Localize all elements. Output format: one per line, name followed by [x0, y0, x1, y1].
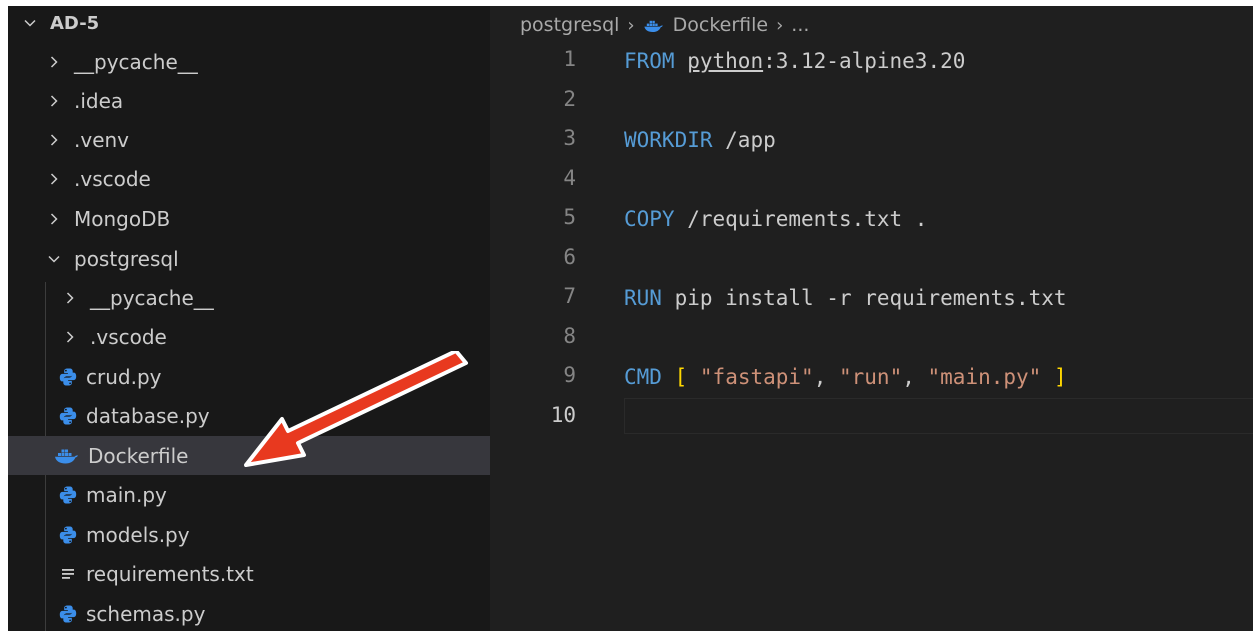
line-number: 8 [563, 324, 576, 348]
chevron-down-icon [48, 253, 60, 265]
chevron-right-icon [48, 55, 60, 68]
chevron-right-icon [64, 291, 76, 304]
python-file-icon [58, 525, 78, 545]
line-number: 6 [563, 245, 576, 269]
line-number: 9 [563, 363, 576, 387]
explorer-root[interactable]: AD-5 [8, 6, 506, 40]
current-line-highlight[interactable] [624, 398, 1253, 434]
tree-folder-pycache-nested[interactable]: __pycache__ [8, 278, 546, 317]
tree-item-label: __pycache__ [90, 285, 214, 310]
chevron-right-icon [48, 172, 60, 185]
chevron-right-icon [48, 94, 60, 107]
explorer-root-label: AD-5 [50, 12, 100, 34]
bracket-close: ] [1053, 365, 1067, 389]
tree-item-label: database.py [86, 403, 210, 428]
chevron-right-icon [48, 133, 60, 146]
line-number: 4 [563, 166, 576, 190]
bracket-open: [ [674, 365, 688, 389]
explorer-sidebar: AD-5 __pycache__ .idea .venv .vscode Mon… [8, 6, 536, 631]
breadcrumb: postgresql › Dockerfile › ... [520, 12, 809, 38]
comma: , [902, 365, 928, 389]
breadcrumb-separator-icon: › [776, 14, 784, 36]
tree-file-models[interactable]: models.py [8, 515, 540, 554]
tree-folder-postgresql[interactable]: postgresql [8, 239, 530, 278]
breadcrumb-more[interactable]: ... [791, 14, 809, 36]
keyword: RUN [624, 286, 662, 310]
tree-item-label: Dockerfile [88, 443, 189, 468]
python-file-icon [58, 367, 78, 387]
python-file-icon [58, 604, 78, 624]
tree-item-label: .idea [74, 88, 124, 113]
comma: , [813, 365, 839, 389]
string-literal: "main.py" [927, 365, 1042, 389]
tree-item-label: requirements.txt [86, 561, 254, 586]
chevron-down-icon [24, 17, 36, 29]
keyword: WORKDIR [624, 128, 713, 152]
keyword: COPY [624, 207, 675, 231]
docker-icon [54, 446, 80, 466]
tree-item-label: main.py [86, 482, 167, 507]
string-literal: "fastapi" [699, 365, 814, 389]
code-line-9[interactable]: CMD [ "fastapi", "run", "main.py" ] [624, 358, 1067, 396]
chevron-right-icon [64, 330, 76, 343]
line-number-active: 10 [550, 403, 576, 427]
tree-item-label: postgresql [74, 246, 179, 271]
line-number: 5 [563, 205, 576, 229]
code-line-1[interactable]: FROM python:3.12-alpine3.20 [624, 42, 965, 80]
keyword: FROM [624, 49, 675, 73]
editor-pane: postgresql › Dockerfile › ... 1 2 3 4 5 … [490, 6, 1253, 631]
tree-folder-venv[interactable]: .venv [8, 120, 530, 159]
vscode-window: AD-5 __pycache__ .idea .venv .vscode Mon… [8, 6, 1253, 631]
breadcrumb-folder[interactable]: postgresql [520, 14, 619, 36]
tree-item-label: __pycache__ [74, 49, 198, 74]
annotation-arrow-icon [244, 351, 468, 467]
code-line-7[interactable]: RUN pip install -r requirements.txt [624, 279, 1067, 317]
line-number: 7 [563, 284, 576, 308]
tree-folder-pycache[interactable]: __pycache__ [8, 42, 530, 81]
tree-item-label: models.py [86, 522, 190, 547]
tree-item-label: crud.py [86, 364, 162, 389]
tree-folder-mongodb[interactable]: MongoDB [8, 199, 530, 238]
tree-folder-vscode[interactable]: .vscode [8, 159, 530, 198]
text-file-icon [58, 564, 78, 584]
breadcrumb-separator-icon: › [627, 14, 635, 36]
tree-item-label: schemas.py [86, 601, 206, 626]
keyword: CMD [624, 365, 662, 389]
chevron-right-icon [48, 212, 60, 225]
image-tag: :3.12-alpine3.20 [763, 49, 966, 73]
code-arg: pip install -r requirements.txt [661, 286, 1067, 310]
code-arg: /app [712, 128, 776, 152]
image-name[interactable]: python [687, 49, 763, 73]
line-number: 3 [563, 126, 576, 150]
tree-item-label: .vscode [74, 166, 151, 191]
code-line-3[interactable]: WORKDIR /app [624, 121, 776, 159]
tree-file-requirements[interactable]: requirements.txt [8, 554, 540, 593]
breadcrumb-file[interactable]: Dockerfile [673, 14, 768, 36]
line-number: 1 [563, 47, 576, 71]
tree-folder-idea[interactable]: .idea [8, 81, 530, 120]
tree-item-label: .venv [74, 127, 130, 152]
line-number: 2 [563, 87, 576, 111]
code-line-5[interactable]: COPY /requirements.txt . [624, 200, 927, 238]
docker-icon [643, 17, 665, 33]
python-file-icon [58, 485, 78, 505]
code-arg: /requirements.txt . [674, 207, 928, 231]
string-literal: "run" [839, 365, 903, 389]
tree-item-label: .vscode [90, 324, 167, 349]
tree-item-label: MongoDB [74, 206, 171, 231]
tree-file-schemas[interactable]: schemas.py [8, 594, 540, 631]
python-file-icon [58, 406, 78, 426]
